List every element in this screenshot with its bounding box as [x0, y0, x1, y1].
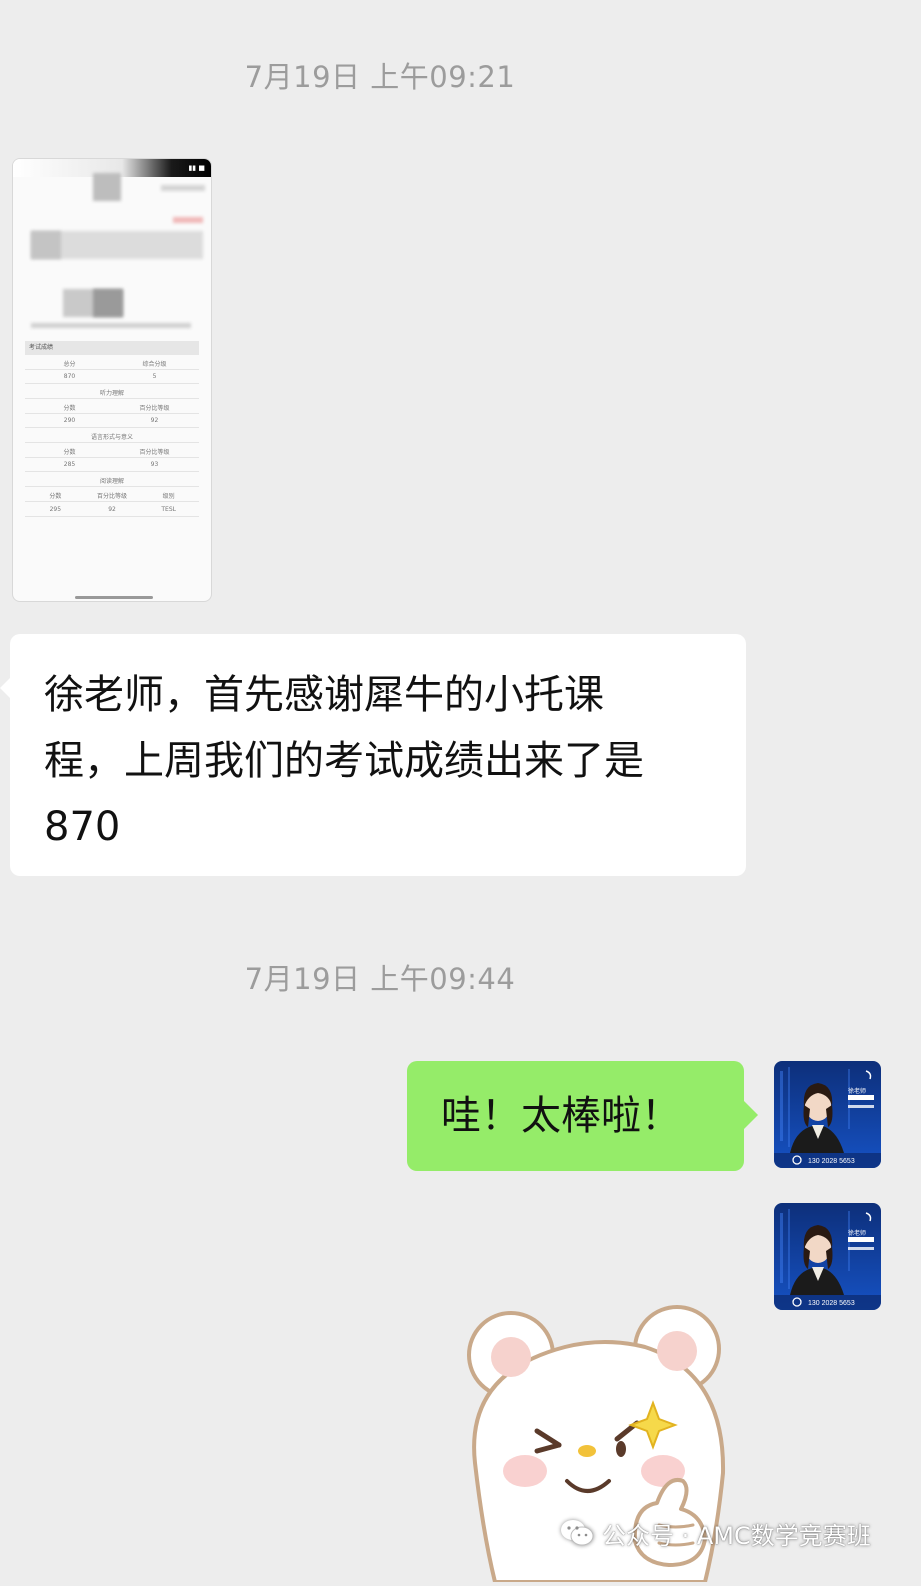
watermark-text: 公众号 · AMC数学竞赛班: [602, 1521, 871, 1550]
thumb-row: 分数 百分比等级 级别: [49, 493, 175, 500]
thumb-row: 分数 百分比等级: [63, 405, 170, 412]
thumb-row: 分数 百分比等级: [63, 449, 170, 456]
thumb-row: 听力理解: [99, 390, 124, 397]
screenshot-image-message[interactable]: ▮▮ ■ 考试成绩 总分 综合分级 870 5 听力理解 分数 百分比等级 290 92…: [12, 158, 212, 602]
thumb-row: 295 92 TESL: [49, 506, 176, 513]
thumb-blurred-caption: [31, 323, 191, 328]
thumb-divider: [25, 457, 199, 458]
thumb-divider: [25, 413, 199, 414]
thumb-blurred-banner-left: [31, 231, 61, 259]
wechat-icon: [561, 1520, 594, 1546]
thumb-divider: [25, 369, 199, 370]
thumb-row: 870 5: [63, 373, 157, 380]
outgoing-message-bubble[interactable]: 哇！太棒啦！: [407, 1061, 758, 1171]
incoming-message-bubble[interactable]: 徐老师，首先感谢犀牛的小托课 程，上周我们的考试成绩出来了是 870: [0, 634, 746, 876]
avatar-phone: 130 2028 5653: [808, 1158, 855, 1165]
thumb-divider: [25, 442, 199, 443]
thumb-home-indicator: [75, 596, 153, 599]
thumb-row: 总分 综合分级: [63, 361, 167, 368]
thumb-section-header: 考试成绩: [25, 341, 199, 355]
thumb-row: 290 92: [63, 417, 159, 424]
avatar-name: 徐老师: [848, 1229, 866, 1237]
timestamp-1: 7月19日 上午09:21: [244, 60, 516, 94]
avatar-name: 徐老师: [848, 1087, 866, 1095]
wechat-official-account-watermark: 公众号 · AMC数学竞赛班: [560, 1518, 871, 1550]
thumb-divider: [25, 471, 199, 472]
thumb-blurred-avatar: [93, 173, 121, 201]
thumb-divider: [25, 501, 199, 502]
incoming-message-line: 徐老师，首先感谢犀牛的小托课: [44, 672, 604, 718]
avatar-phone: 130 2028 5653: [808, 1300, 855, 1307]
thumb-row: 阅读理解: [99, 478, 124, 485]
thumb-row: 285 93: [63, 461, 159, 468]
thumb-blurred-photo-dark: [93, 289, 123, 317]
thumb-row: 语言形式与意义: [90, 434, 133, 441]
teacher-avatar[interactable]: 130 2028 5653 徐老师: [774, 1061, 881, 1168]
thumb-blurred-link: [173, 217, 203, 223]
outgoing-message-text: 哇！太棒啦！: [441, 1093, 681, 1139]
thumb-divider: [25, 383, 199, 384]
thumb-divider: [25, 516, 199, 517]
teacher-avatar[interactable]: 130 2028 5653 徐老师: [774, 1203, 881, 1310]
thumb-divider: [25, 486, 199, 487]
thumb-divider: [25, 427, 199, 428]
thumb-blurred-text: [161, 185, 205, 191]
incoming-message-line: 程，上周我们的考试成绩出来了是: [44, 738, 644, 784]
incoming-message-line: 870: [44, 804, 121, 850]
thumb-divider: [25, 398, 199, 399]
timestamp-2: 7月19日 上午09:44: [244, 962, 516, 996]
